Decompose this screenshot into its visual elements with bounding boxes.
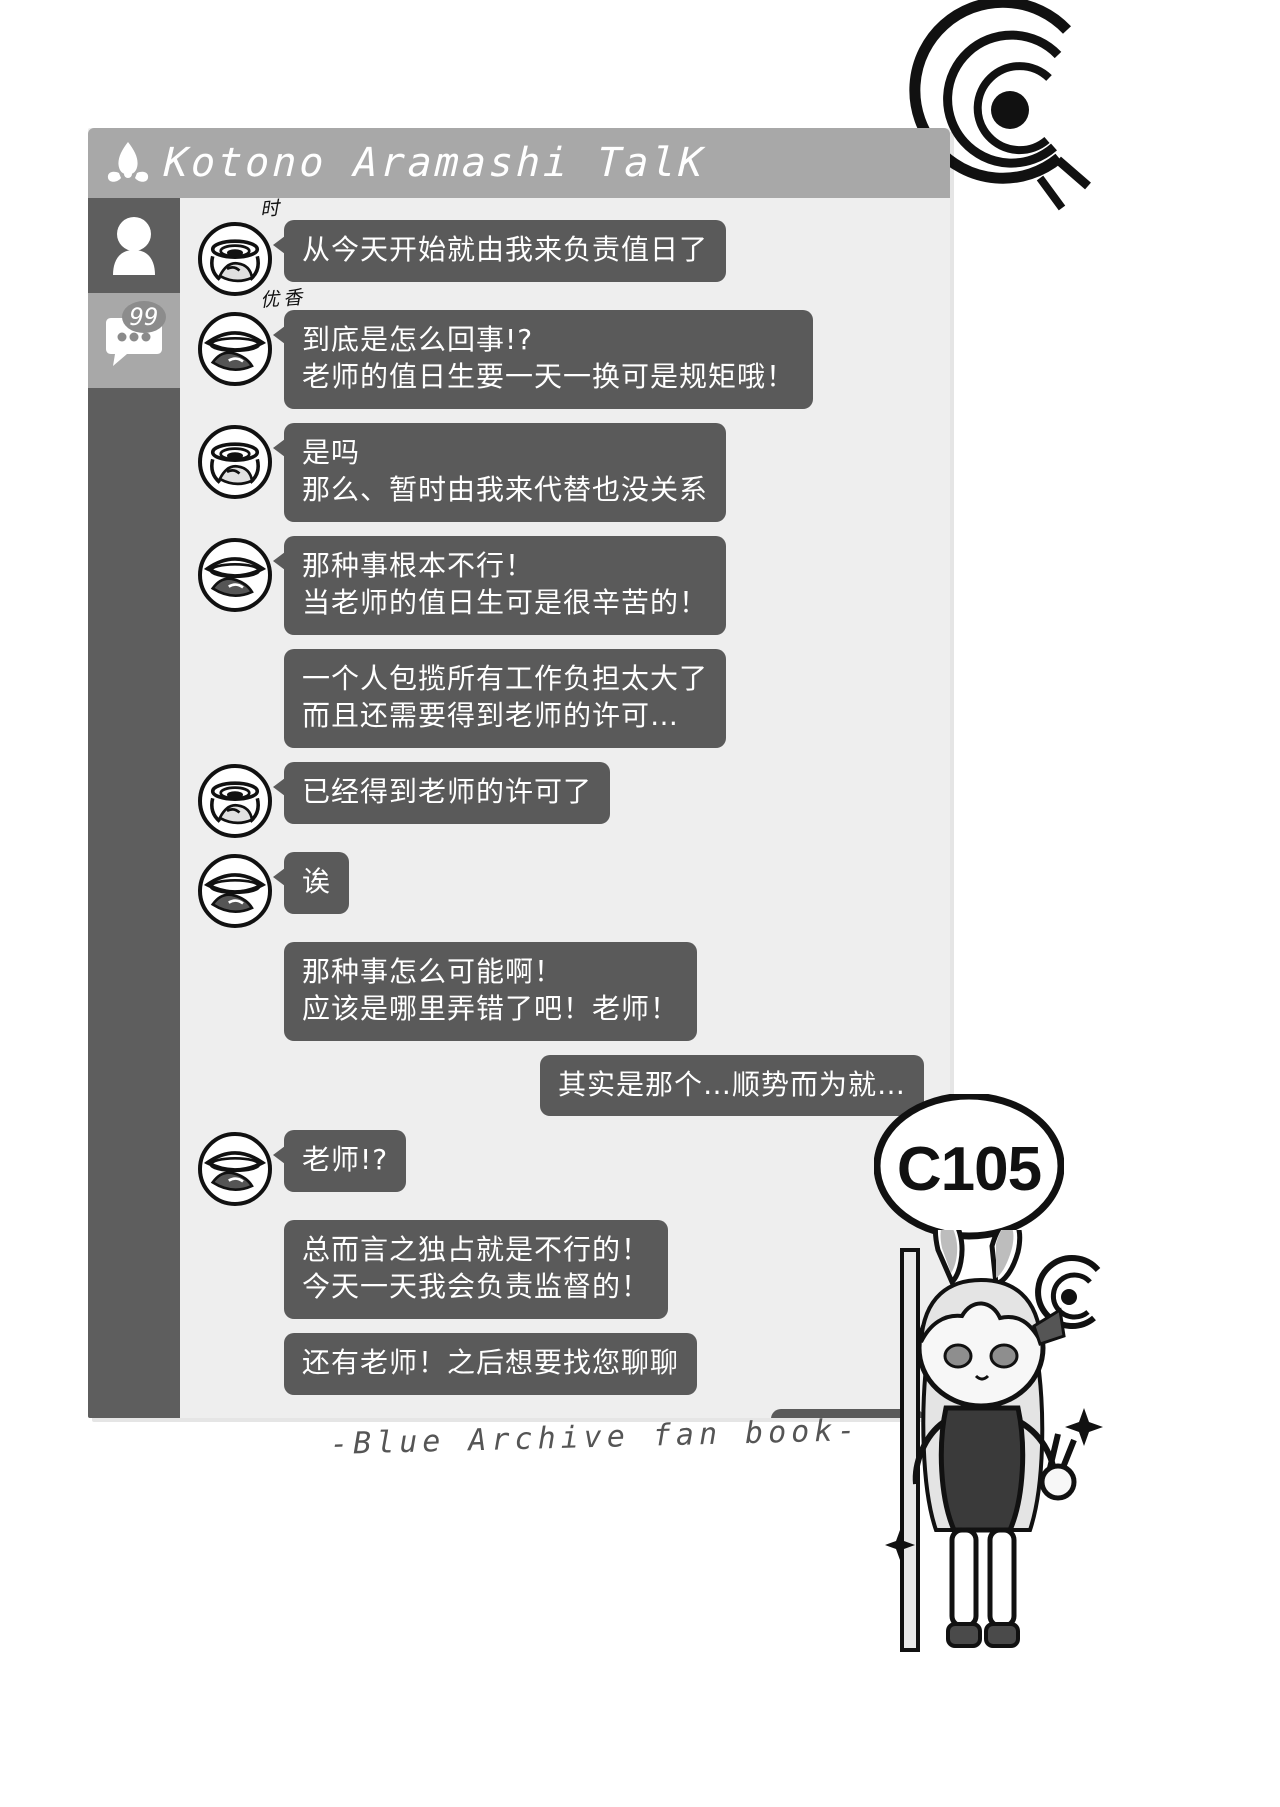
event-badge-label: C105 xyxy=(896,1134,1042,1204)
message-bubble[interactable]: 其实是那个…顺势而为就… xyxy=(539,1054,924,1117)
message-row: 老师!? xyxy=(198,1130,924,1207)
message-bubble[interactable]: 总而言之独占就是不行的！ 今天一天我会负责监督的！ xyxy=(284,1220,669,1320)
yuuka-halo-avatar[interactable] xyxy=(198,537,272,612)
message-row: 是吗 那么、暂时由我来代替也没关系 xyxy=(198,422,924,522)
message-row: 一个人包揽所有工作负担太大了 而且还需要得到老师的许可… xyxy=(198,648,924,748)
avatar-column xyxy=(198,762,284,838)
message-bubble[interactable]: 已经得到老师的许可了 xyxy=(272,761,611,824)
leaf-flower-icon xyxy=(107,142,149,182)
chats-unread-badge: 99 xyxy=(122,301,166,333)
kotori-swirl-avatar[interactable] xyxy=(198,424,272,499)
avatar-column xyxy=(198,852,284,928)
yuuka-halo-avatar[interactable] xyxy=(198,853,272,928)
message-bubble[interactable]: 那种事怎么可能啊！ 应该是哪里弄错了吧！老师！ xyxy=(284,941,698,1041)
chat-window: Kotono Aramashi TalK 99 时从今天开始就由我来负责值日了 … xyxy=(88,128,950,1418)
message-bubble[interactable]: 是吗 那么、暂时由我来代替也没关系 xyxy=(272,422,727,522)
avatar-column xyxy=(198,423,284,499)
message-bubble[interactable]: 还有老师！之后想要找您聊聊 xyxy=(284,1333,698,1396)
chibi-character xyxy=(885,1230,1103,1652)
message-row: 已经得到老师的许可了 xyxy=(198,761,924,838)
message-bubble[interactable]: 那种事根本不行！ 当老师的值日生可是很辛苦的！ xyxy=(272,535,727,635)
message-bubble[interactable]: 一个人包揽所有工作负担太大了 而且还需要得到老师的许可… xyxy=(284,648,727,748)
sidebar: 99 xyxy=(88,198,180,1418)
window-title: Kotono Aramashi TalK xyxy=(163,140,707,186)
avatar-column: 优香 xyxy=(198,286,307,386)
message-bubble[interactable]: 老师!? xyxy=(272,1130,407,1193)
message-row: 时从今天开始就由我来负责值日了 xyxy=(198,197,924,296)
message-row: 总而言之独占就是不行的！ 今天一天我会负责监督的！ xyxy=(198,1220,924,1320)
avatar-column xyxy=(198,1130,284,1207)
message-bubble[interactable]: 从今天开始就由我来负责值日了 xyxy=(272,220,727,282)
sidebar-item-profile[interactable] xyxy=(88,198,180,293)
message-row: 还有老师！之后想要找您聊聊 xyxy=(198,1333,924,1396)
message-row: 那种事根本不行！ 当老师的值日生可是很辛苦的！ xyxy=(198,535,924,635)
person-icon xyxy=(113,216,155,275)
message-bubble[interactable]: 到底是怎么回事!? 老师的值日生要一天一换可是规矩哦！ xyxy=(272,310,814,409)
message-row: 其实是那个…顺势而为就… xyxy=(198,1054,924,1117)
message-list[interactable]: 时从今天开始就由我来负责值日了 优香 到底是怎么回事!? 老师的值日生要一天一换可是… xyxy=(180,197,950,1418)
titlebar: Kotono Aramashi TalK xyxy=(88,128,950,198)
event-badge: C105 xyxy=(873,1092,1065,1244)
sidebar-item-chats[interactable]: 99 xyxy=(88,293,180,388)
message-row: 诶 xyxy=(198,851,924,928)
kotori-swirl-avatar[interactable] xyxy=(198,763,272,838)
message-row: 优香 到底是怎么回事!? 老师的值日生要一天一换可是规矩哦！ xyxy=(198,286,924,409)
yuuka-halo-avatar[interactable] xyxy=(198,1132,272,1207)
message-bubble[interactable]: 诶 xyxy=(272,851,350,914)
yuuka-halo-avatar[interactable] xyxy=(198,312,272,386)
speaker-name-label: 时 xyxy=(259,197,284,221)
speaker-name-label: 优香 xyxy=(259,286,307,312)
avatar-column xyxy=(198,536,284,612)
footer-caption: -Blue Archive fan book- xyxy=(329,1413,861,1462)
message-row: 那种事怎么可能啊！ 应该是哪里弄错了吧！老师！ xyxy=(198,941,924,1041)
